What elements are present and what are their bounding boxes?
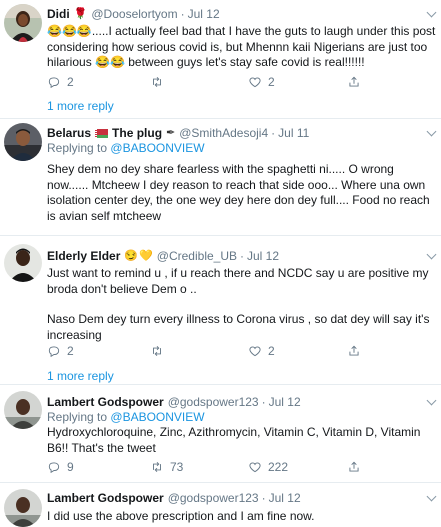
avatar[interactable] [4, 489, 42, 527]
timestamp[interactable]: Jul 12 [247, 248, 279, 264]
reply-count: 9 [67, 460, 74, 474]
like-count: 2 [268, 75, 275, 89]
username[interactable]: @godspower123 [168, 490, 259, 506]
username[interactable]: @Dooselortyom [91, 6, 177, 22]
username[interactable]: @SmithAdesoji4 [179, 125, 268, 141]
tweet-text: Just want to remind u , if u reach there… [47, 266, 430, 342]
share-icon [349, 76, 359, 87]
show-more-replies-link[interactable]: 1 more reply [47, 369, 114, 383]
reply-icon [48, 346, 60, 358]
tweet-actions: 2 2 [47, 344, 407, 358]
retweet-button[interactable]: 73 [150, 460, 183, 474]
display-name-suffix[interactable]: The plug [112, 125, 162, 141]
like-button[interactable]: 2 [248, 344, 275, 358]
retweet-icon [153, 346, 161, 356]
tweet-text: Hydroxychloroquine, Zinc, Azithromycin, … [47, 425, 421, 455]
share-button[interactable] [347, 460, 361, 474]
separator-dot: · [240, 249, 244, 263]
heart-icon [249, 462, 261, 473]
reply-count: 2 [67, 75, 74, 89]
separator-dot: · [261, 395, 266, 409]
display-name[interactable]: Elderly Elder [47, 248, 120, 264]
avatar[interactable] [4, 123, 42, 161]
tweet-card[interactable]: Lambert Godspower @godspower123 · Jul 12… [0, 483, 441, 527]
retweet-button[interactable] [150, 75, 170, 89]
share-icon [349, 461, 359, 472]
timestamp[interactable]: Jul 12 [188, 6, 220, 22]
tweet-text: I did use the above prescription and I a… [47, 509, 315, 523]
share-icon [349, 345, 359, 356]
replying-to: Replying to @BABOONVIEW [47, 141, 205, 155]
retweet-button[interactable] [150, 344, 170, 358]
display-name[interactable]: Didi [47, 6, 70, 22]
mention-link[interactable]: @BABOONVIEW [110, 410, 204, 424]
belarus-flag-emoji [95, 128, 109, 138]
reply-count: 2 [67, 344, 74, 358]
like-count: 222 [268, 460, 289, 474]
like-count: 2 [268, 344, 275, 358]
timestamp[interactable]: Jul 12 [269, 490, 301, 506]
username[interactable]: @godspower123 [168, 394, 259, 410]
like-button[interactable]: 2 [248, 75, 275, 89]
tweet-card[interactable]: Belarus The plug ✒ @SmithAdesoji4 · Jul … [0, 119, 441, 235]
tweet-actions: 9 73 222 [47, 460, 407, 474]
mention-link[interactable]: @BABOONVIEW [110, 141, 204, 155]
avatar[interactable] [4, 244, 42, 282]
reply-button[interactable]: 9 [47, 460, 74, 474]
heart-icon [249, 346, 261, 357]
yellow-heart-emoji: 💛 [139, 250, 153, 262]
retweet-icon [153, 462, 161, 472]
show-more-replies-link[interactable]: 1 more reply [47, 99, 114, 113]
separator-dot: · [180, 7, 185, 21]
retweet-icon [153, 77, 161, 87]
like-button[interactable]: 222 [248, 460, 288, 474]
tweet-card[interactable]: Lambert Godspower @godspower123 · Jul 12… [0, 385, 441, 482]
reply-button[interactable]: 2 [47, 344, 74, 358]
avatar[interactable] [4, 391, 42, 429]
timestamp[interactable]: Jul 11 [278, 125, 309, 141]
tweet-text: Shey dem no dey share fearless with the … [47, 162, 430, 223]
tweet-text: 😂😂😂.....I actually feel bad that I have … [47, 24, 436, 69]
pen-emoji: ✒ [166, 127, 176, 139]
tweet-actions: 2 2 [47, 75, 407, 89]
display-name[interactable]: Belarus [47, 125, 91, 141]
retweet-count: 73 [170, 460, 184, 474]
separator-dot: · [261, 491, 266, 505]
share-button[interactable] [347, 344, 361, 358]
timestamp[interactable]: Jul 12 [269, 394, 301, 410]
tweet-card[interactable]: Didi 🌹 @Dooselortyom · Jul 12 😂😂😂.....I … [0, 0, 441, 118]
tweet-card[interactable]: Elderly Elder 😏 💛 @Credible_UB · Jul 12 … [0, 236, 441, 384]
display-name[interactable]: Lambert Godspower [47, 394, 164, 410]
username[interactable]: @Credible_UB [157, 248, 237, 264]
avatar[interactable] [4, 4, 42, 42]
reply-button[interactable]: 2 [47, 75, 74, 89]
share-button[interactable] [347, 75, 361, 89]
heart-icon [249, 77, 261, 88]
reply-icon [48, 462, 60, 474]
reply-icon [48, 77, 60, 89]
smile-emoji: 😏 [124, 250, 139, 262]
display-name[interactable]: Lambert Godspower [47, 490, 164, 506]
separator-dot: · [271, 126, 276, 140]
replying-to: Replying to @BABOONVIEW [47, 410, 205, 424]
rose-emoji: 🌹 [73, 8, 88, 20]
